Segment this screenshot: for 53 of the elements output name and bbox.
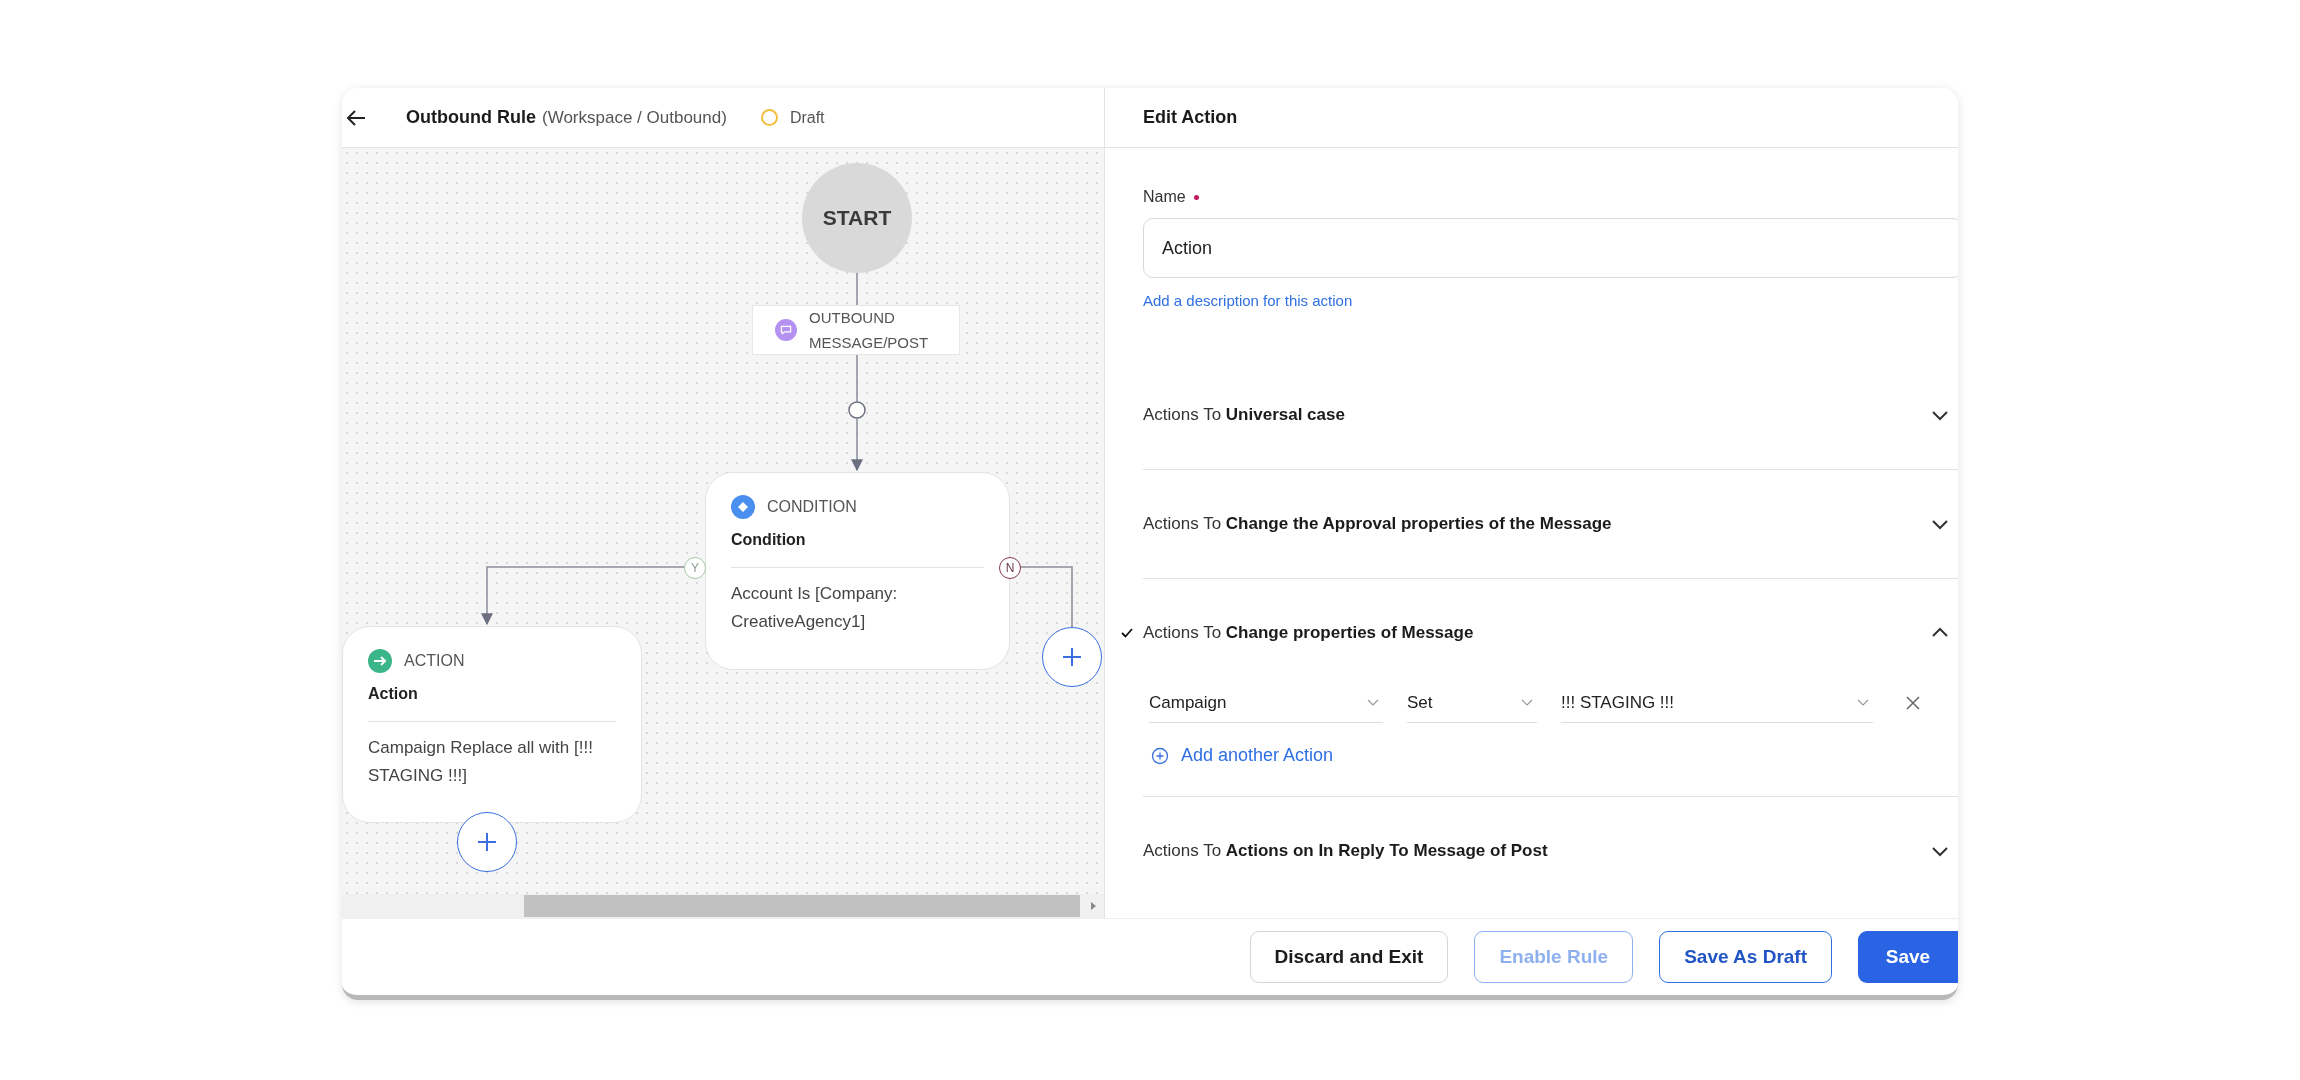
caret-icon: [1857, 698, 1869, 707]
plus-icon: [475, 830, 499, 854]
status-ring-icon: [760, 109, 778, 126]
scrollbar-thumb[interactable]: [524, 895, 1080, 917]
action-node[interactable]: ACTION Action Campaign Replace all with [!!! STAGING !!!]: [342, 626, 642, 823]
trigger-node[interactable]: OUTBOUND MESSAGE/POST: [752, 305, 960, 355]
caret-icon: [1521, 698, 1533, 707]
name-input-field[interactable]: Action: [1143, 218, 1958, 278]
caret-icon: [1367, 698, 1379, 707]
section-heading: Actions To Change the Approval properties of the Message: [1143, 514, 1612, 534]
section-heading: Actions To Universal case: [1143, 405, 1345, 425]
value-dropdown[interactable]: !!! STAGING !!!: [1561, 683, 1873, 723]
node-type-label: CONDITION: [767, 498, 857, 516]
node-detail: Account Is [Company: CreativeAgency1]: [731, 583, 899, 633]
plus-circle-icon: [1151, 746, 1169, 765]
footer-button[interactable]: Save: [1858, 931, 1958, 983]
footer-button[interactable]: Save As Draft: [1659, 931, 1832, 983]
footer-button[interactable]: Discard and Exit: [1249, 931, 1449, 983]
scroll-right-icon[interactable]: [1088, 901, 1098, 911]
add-step-button[interactable]: [457, 812, 517, 872]
add-step-button[interactable]: [1042, 627, 1102, 687]
field-label: Name: [1143, 188, 1186, 206]
connector-line: [856, 354, 858, 403]
add-description-link[interactable]: Add a description for this action: [1143, 292, 1353, 309]
section-header[interactable]: Actions To Universal case: [1143, 361, 1958, 469]
rule-title: Outbound Rule: [406, 107, 536, 128]
section-header[interactable]: Actions To Change the Approval properties of the Message: [1143, 470, 1958, 578]
connector-line: [1018, 566, 1073, 628]
plus-icon: [1060, 645, 1084, 669]
node-title: Condition: [731, 531, 807, 549]
section-heading: Actions To Actions on In Reply To Message of Post: [1143, 841, 1548, 861]
junction-dot: [848, 401, 866, 419]
horizontal-scrollbar[interactable]: [342, 894, 1104, 918]
field-dropdown[interactable]: Campaign: [1149, 683, 1383, 723]
section-heading: Actions To Change properties of Message: [1143, 623, 1474, 643]
trigger-label: OUTBOUND MESSAGE/POST: [809, 308, 930, 353]
no-branch-label: N: [999, 557, 1021, 579]
node-detail: Campaign Replace all with [!!! STAGING !!!]: [368, 737, 594, 787]
arrow-right-icon: [368, 649, 392, 673]
node-title: Action: [368, 685, 419, 703]
operator-dropdown[interactable]: Set: [1407, 683, 1537, 723]
close-icon[interactable]: [1905, 695, 1921, 711]
node-type-label: ACTION: [404, 652, 465, 670]
status-label: Draft: [789, 108, 825, 127]
connector-line: [856, 272, 858, 306]
yes-branch-label: Y: [684, 557, 706, 579]
connector-arrow: [851, 417, 863, 472]
add-action-button[interactable]: Add another Action: [1151, 745, 1334, 766]
section-header[interactable]: Actions To Actions on In Reply To Message of Post: [1143, 797, 1958, 905]
rule-path: (Workspace / Outbound): [542, 107, 727, 128]
chat-bubble-icon: [775, 319, 797, 341]
panel-title: Edit Action: [1143, 107, 1238, 128]
start-node[interactable]: START: [802, 163, 912, 273]
